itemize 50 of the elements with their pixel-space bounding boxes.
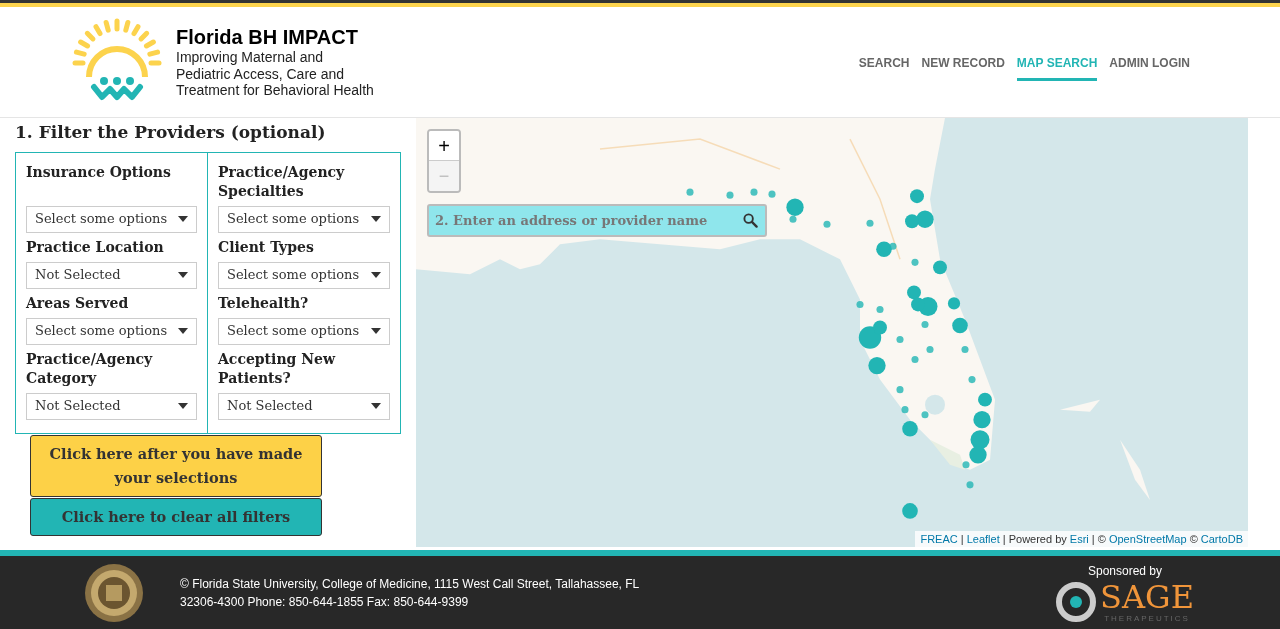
footer-address: © Florida State University, College of Medicine, 1115 West Call Street, Tallahassee, FL 32306-4300 Phone: 850-644-1855 Fax: 850-644-9399 (180, 575, 640, 611)
sponsor-label: Sponsored by (1088, 563, 1163, 580)
sponsor-logo-icon (1056, 581, 1097, 622)
caret-icon (371, 216, 381, 222)
apply-filters-button[interactable]: Click here after you have made your selections (30, 434, 322, 497)
filter-label: Practice Location (26, 237, 165, 257)
filter-label: Client Types (218, 237, 315, 257)
filter-dropdown[interactable]: Not Selected (218, 392, 390, 420)
attribution-link[interactable]: CartoDB (1200, 533, 1243, 545)
caret-icon (178, 216, 188, 222)
caret-icon (178, 328, 188, 334)
sponsor-name: SAGE (1100, 580, 1194, 614)
filter-dropdown[interactable]: Not Selected (26, 261, 197, 289)
caret-icon (178, 272, 188, 278)
clear-filters-button[interactable]: Click here to clear all filters (30, 497, 322, 536)
university-seal-icon (84, 562, 144, 623)
filter-dropdown[interactable]: Not Selected (26, 392, 197, 420)
search-icon (743, 213, 758, 228)
filter-label: Areas Served (26, 293, 130, 313)
attribution-link[interactable]: OpenStreetMap (1108, 533, 1187, 545)
site-title: Florida BH IMPACT (176, 25, 359, 50)
attribution-link[interactable]: Leaflet (966, 533, 1000, 545)
attribution-text: | Powered by (1001, 533, 1068, 545)
nav-link[interactable]: NEW RECORD (921, 47, 1005, 81)
filter-dropdown[interactable]: Select some options (26, 317, 197, 345)
zoom-in-button[interactable]: + (429, 131, 459, 161)
filter-dropdown[interactable]: Select some options (26, 205, 197, 233)
nav-link[interactable]: ADMIN LOGIN (1109, 47, 1190, 81)
attribution-text: | (959, 533, 965, 545)
attribution-link[interactable]: Esri (1069, 533, 1089, 545)
caret-icon (371, 272, 381, 278)
attribution-text: | © (1090, 533, 1107, 545)
filter-label: Practice/Agency Category (26, 349, 154, 388)
filter-dropdown[interactable]: Select some options (218, 205, 390, 233)
caret-icon (371, 328, 381, 334)
filter-label: Telehealth? (218, 293, 310, 313)
site-tagline: Improving Maternal and Pediatric Access, Care and Treatment for Behavioral Health (176, 49, 375, 99)
filter-dropdown[interactable]: Select some options (218, 261, 390, 289)
caret-icon (178, 403, 188, 409)
nav-link[interactable]: SEARCH (858, 47, 910, 81)
attribution-text: © (1188, 533, 1199, 545)
map-search-field[interactable]: 2. Enter an address or provider name (427, 204, 767, 237)
filter-label: Practice/Agency Specialties (218, 162, 346, 201)
sponsor-subtitle: THERAPEUTICS (1104, 614, 1190, 623)
attribution-link[interactable]: FREAC (920, 533, 958, 545)
filter-dropdown[interactable]: Select some options (218, 317, 390, 345)
filter-label: Accepting New Patients? (218, 349, 337, 388)
caret-icon (371, 403, 381, 409)
filter-label: Insurance Options (26, 162, 172, 182)
filter-heading: 1. Filter the Providers (optional) (15, 121, 327, 144)
